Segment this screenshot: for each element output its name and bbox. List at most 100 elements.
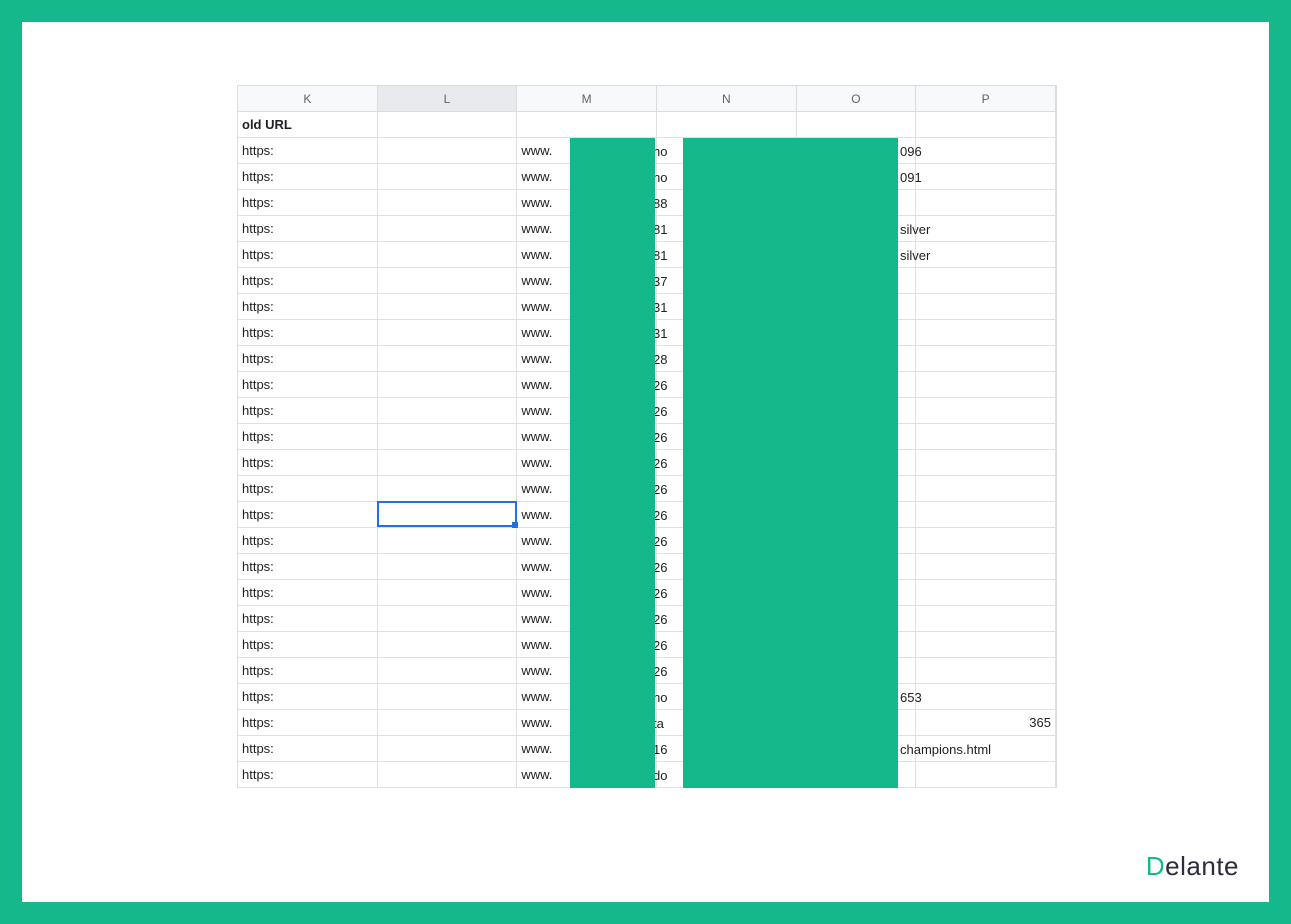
cell-P[interactable] xyxy=(916,502,1056,527)
cell-P[interactable] xyxy=(916,476,1056,501)
cell-m-fragment: 16 xyxy=(653,736,667,762)
column-header-N[interactable]: N xyxy=(657,86,797,111)
cell-m-fragment: 26 xyxy=(653,450,667,476)
cell-K[interactable]: https: xyxy=(238,606,378,631)
cell-K[interactable]: https: xyxy=(238,268,378,293)
cell-P[interactable] xyxy=(916,216,1056,241)
cell-P[interactable] xyxy=(916,320,1056,345)
cell-K[interactable]: https: xyxy=(238,528,378,553)
cell-K[interactable]: https: xyxy=(238,424,378,449)
cell-L[interactable] xyxy=(378,398,518,423)
cell-L[interactable] xyxy=(378,346,518,371)
cell-P[interactable] xyxy=(916,762,1056,787)
cell-K[interactable]: https: xyxy=(238,138,378,163)
cell-o-text: 091 xyxy=(900,164,922,190)
cell-P[interactable] xyxy=(916,190,1056,215)
cell-L[interactable] xyxy=(378,736,518,761)
cell-P[interactable] xyxy=(916,346,1056,371)
cell-L[interactable] xyxy=(378,476,518,501)
brand-d: D xyxy=(1146,851,1165,881)
cell-K[interactable]: https: xyxy=(238,710,378,735)
cell-L[interactable] xyxy=(378,684,518,709)
column-header-P[interactable]: P xyxy=(916,86,1056,111)
spreadsheet[interactable]: KLMNOPold URLhttps:nowww.096https:nowww.… xyxy=(237,85,1057,788)
cell-P[interactable] xyxy=(916,632,1056,657)
cell-L[interactable] xyxy=(378,528,518,553)
cell-o-text: silver xyxy=(900,242,930,268)
cell-L[interactable] xyxy=(378,450,518,475)
cell-K[interactable]: https: xyxy=(238,398,378,423)
cell-P[interactable] xyxy=(916,580,1056,605)
cell-K[interactable]: https: xyxy=(238,762,378,787)
cell-m-fragment: 31 xyxy=(653,320,667,346)
cell-P[interactable] xyxy=(916,684,1056,709)
cell-L[interactable] xyxy=(378,502,518,527)
cell-K[interactable]: https: xyxy=(238,216,378,241)
cell-K[interactable]: https: xyxy=(238,658,378,683)
cell-P[interactable] xyxy=(916,164,1056,189)
cell-L[interactable] xyxy=(378,632,518,657)
cell-P[interactable] xyxy=(916,450,1056,475)
cell-L[interactable] xyxy=(378,268,518,293)
column-header-O[interactable]: O xyxy=(797,86,917,111)
cell-K[interactable]: https: xyxy=(238,164,378,189)
cell-P[interactable]: 365 xyxy=(916,710,1056,735)
redaction-block xyxy=(570,138,655,788)
cell-P[interactable] xyxy=(916,372,1056,397)
cell-m-fragment: 26 xyxy=(653,424,667,450)
cell-L[interactable] xyxy=(378,216,518,241)
cell-L[interactable] xyxy=(378,424,518,449)
cell-L[interactable] xyxy=(378,372,518,397)
cell-K[interactable]: https: xyxy=(238,372,378,397)
cell-K[interactable]: https: xyxy=(238,736,378,761)
cell-K[interactable]: https: xyxy=(238,684,378,709)
cell-P[interactable] xyxy=(916,398,1056,423)
cell-P[interactable] xyxy=(916,268,1056,293)
cell-o-text: 653 xyxy=(900,684,922,710)
cell-L[interactable] xyxy=(378,112,518,137)
cell-m-fragment: 26 xyxy=(653,476,667,502)
cell-K[interactable]: https: xyxy=(238,346,378,371)
cell-L[interactable] xyxy=(378,164,518,189)
cell-P[interactable] xyxy=(916,554,1056,579)
cell-K[interactable]: https: xyxy=(238,476,378,501)
cell-P[interactable] xyxy=(916,138,1056,163)
cell-K[interactable]: https: xyxy=(238,320,378,345)
column-header-L[interactable]: L xyxy=(378,86,518,111)
cell-P[interactable] xyxy=(916,424,1056,449)
cell-O[interactable] xyxy=(797,112,917,137)
cell-N[interactable] xyxy=(657,112,797,137)
cell-K[interactable]: https: xyxy=(238,450,378,475)
cell-K[interactable]: https: xyxy=(238,554,378,579)
cell-P[interactable] xyxy=(916,658,1056,683)
cell-M[interactable] xyxy=(517,112,657,137)
cell-P[interactable] xyxy=(916,606,1056,631)
brand-logo: Delante xyxy=(1146,851,1239,882)
cell-L[interactable] xyxy=(378,606,518,631)
cell-L[interactable] xyxy=(378,320,518,345)
cell-L[interactable] xyxy=(378,138,518,163)
cell-m-fragment: no xyxy=(653,684,667,710)
cell-P[interactable] xyxy=(916,294,1056,319)
cell-L[interactable] xyxy=(378,242,518,267)
cell-P[interactable] xyxy=(916,242,1056,267)
column-header-M[interactable]: M xyxy=(517,86,657,111)
cell-K[interactable]: https: xyxy=(238,632,378,657)
cell-L[interactable] xyxy=(378,190,518,215)
cell-L[interactable] xyxy=(378,554,518,579)
cell-K[interactable]: https: xyxy=(238,580,378,605)
cell-L[interactable] xyxy=(378,762,518,787)
cell-K[interactable]: https: xyxy=(238,242,378,267)
cell-L[interactable] xyxy=(378,658,518,683)
cell-P[interactable] xyxy=(916,528,1056,553)
cell-L[interactable] xyxy=(378,580,518,605)
cell-L[interactable] xyxy=(378,710,518,735)
cell-K[interactable]: old URL xyxy=(238,112,378,137)
frame: KLMNOPold URLhttps:nowww.096https:nowww.… xyxy=(0,0,1291,924)
cell-L[interactable] xyxy=(378,294,518,319)
cell-K[interactable]: https: xyxy=(238,190,378,215)
cell-K[interactable]: https: xyxy=(238,294,378,319)
cell-K[interactable]: https: xyxy=(238,502,378,527)
cell-P[interactable] xyxy=(916,112,1056,137)
column-header-K[interactable]: K xyxy=(238,86,378,111)
